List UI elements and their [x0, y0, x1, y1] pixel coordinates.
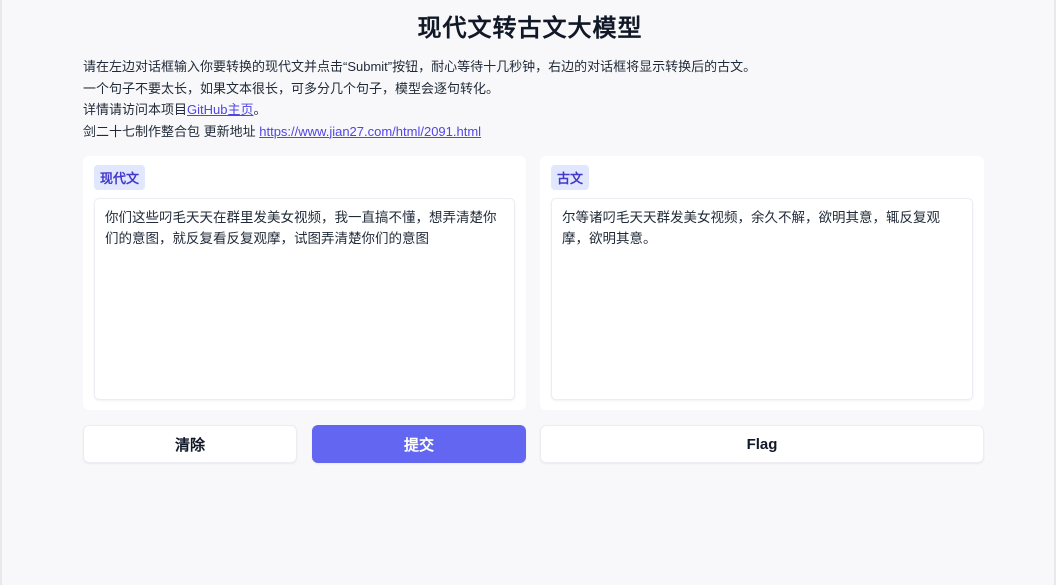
modern-text-input[interactable]: 你们这些叼毛天天在群里发美女视频，我一直搞不懂，想弄清楚你们的意图，就反复看反复… [94, 198, 515, 400]
description-line-3-prefix: 详情请访问本项目 [83, 102, 188, 117]
page-title: 现代文转古文大模型 [417, 15, 643, 42]
description-line-3: 详情请访问本项目GitHub主页。 [83, 99, 756, 121]
app-page: 现代文转古文大模型 请在左边对话框输入你要转换的现代文并点击“Submit”按钮… [0, 0, 1056, 585]
description-line-4: 剑二十七制作整合包 更新地址 https://www.jian27.com/ht… [83, 121, 756, 143]
description-line-4-prefix: 剑二十七制作整合包 更新地址 [83, 123, 260, 139]
submit-button[interactable]: 提交 [312, 425, 526, 463]
input-panel: 现代文 你们这些叼毛天天在群里发美女视频，我一直搞不懂，想弄清楚你们的意图，就反… [83, 156, 526, 410]
description: 请在左边对话框输入你要转换的现代文并点击“Submit”按钮，耐心等待十几秒钟，… [83, 56, 756, 142]
description-line-2: 一个句子不要太长，如果文本很长，可多分几个句子，模型会逐句转化。 [83, 80, 500, 96]
description-line-3-suffix: 。 [253, 102, 267, 117]
input-panel-label: 现代文 [94, 165, 146, 190]
output-panel: 古文 尔等诸叼毛天天群发美女视频，余久不解，欲明其意，辄反复观摩，欲明其意。 [540, 156, 984, 410]
classical-text-output[interactable]: 尔等诸叼毛天天群发美女视频，余久不解，欲明其意，辄反复观摩，欲明其意。 [551, 198, 973, 400]
update-url-link[interactable]: https://www.jian27.com/html/2091.html [259, 124, 481, 139]
flag-button[interactable]: Flag [540, 425, 984, 463]
output-panel-label: 古文 [551, 165, 590, 190]
github-link[interactable]: GitHub主页 [187, 102, 253, 117]
clear-button[interactable]: 清除 [83, 425, 297, 463]
description-line-1: 请在左边对话框输入你要转换的现代文并点击“Submit”按钮，耐心等待十几秒钟，… [83, 59, 757, 74]
